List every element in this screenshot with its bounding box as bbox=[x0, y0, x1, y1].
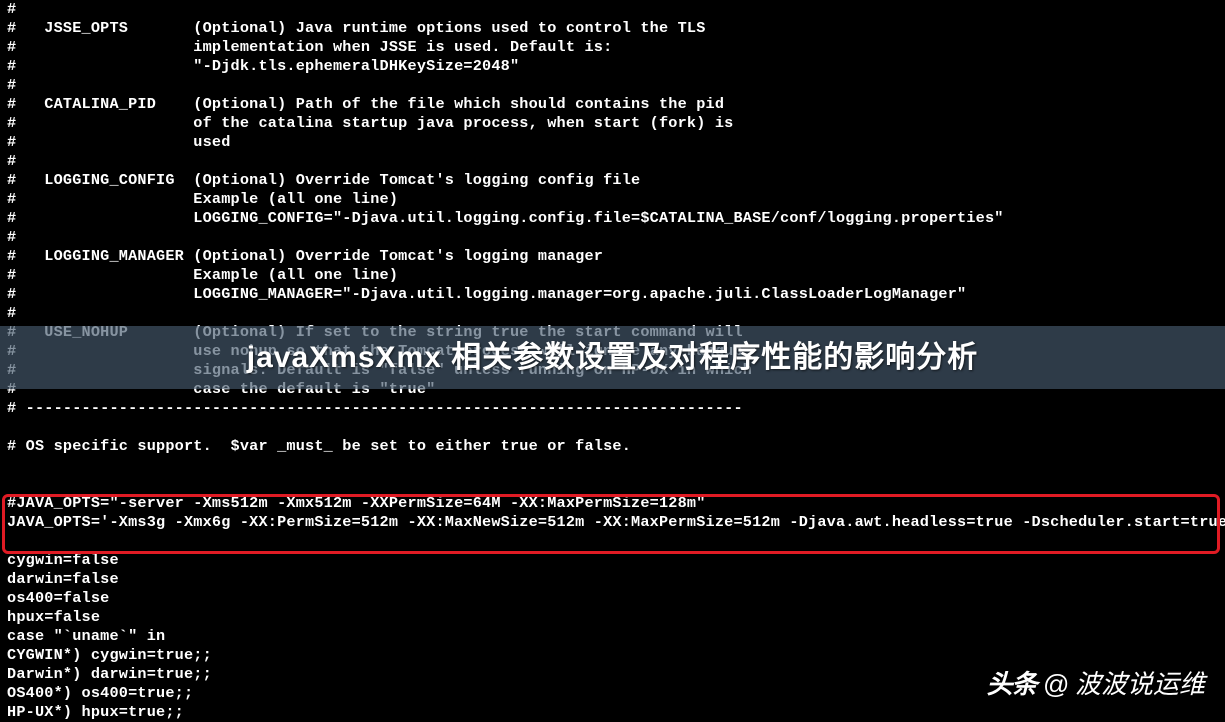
watermark: 头条 @ 波波说运维 bbox=[987, 675, 1205, 694]
code-line: # LOGGING_MANAGER (Optional) Override To… bbox=[7, 247, 1218, 266]
code-line bbox=[7, 456, 1218, 475]
code-line: # implementation when JSSE is used. Defa… bbox=[7, 38, 1218, 57]
code-line: # bbox=[7, 152, 1218, 171]
code-line: # CATALINA_PID (Optional) Path of the fi… bbox=[7, 95, 1218, 114]
code-line: os400=false bbox=[7, 589, 1218, 608]
code-line: # Example (all one line) bbox=[7, 266, 1218, 285]
code-line bbox=[7, 532, 1218, 551]
code-line: darwin=false bbox=[7, 570, 1218, 589]
code-line bbox=[7, 418, 1218, 437]
code-line: # used bbox=[7, 133, 1218, 152]
watermark-at: @ bbox=[1043, 675, 1069, 694]
code-line: case "`uname`" in bbox=[7, 627, 1218, 646]
code-line: # OS specific support. $var _must_ be se… bbox=[7, 437, 1218, 456]
code-line: # bbox=[7, 304, 1218, 323]
code-line: hpux=false bbox=[7, 608, 1218, 627]
title-overlay: javaXmsXmx 相关参数设置及对程序性能的影响分析 bbox=[0, 326, 1225, 389]
code-line: # bbox=[7, 76, 1218, 95]
watermark-brand: 头条 bbox=[987, 675, 1037, 694]
code-line: # LOGGING_CONFIG (Optional) Override Tom… bbox=[7, 171, 1218, 190]
code-line: # bbox=[7, 228, 1218, 247]
code-line: CYGWIN*) cygwin=true;; bbox=[7, 646, 1218, 665]
code-line: # --------------------------------------… bbox=[7, 399, 1218, 418]
code-line: # LOGGING_CONFIG="-Djava.util.logging.co… bbox=[7, 209, 1218, 228]
code-line: # of the catalina startup java process, … bbox=[7, 114, 1218, 133]
overlay-title-text: javaXmsXmx 相关参数设置及对程序性能的影响分析 bbox=[247, 348, 978, 367]
code-line bbox=[7, 475, 1218, 494]
code-line: # Example (all one line) bbox=[7, 190, 1218, 209]
code-line: JAVA_OPTS='-Xms3g -Xmx6g -XX:PermSize=51… bbox=[7, 513, 1218, 532]
code-line: cygwin=false bbox=[7, 551, 1218, 570]
code-line: #JAVA_OPTS="-server -Xms512m -Xmx512m -X… bbox=[7, 494, 1218, 513]
code-line: # JSSE_OPTS (Optional) Java runtime opti… bbox=[7, 19, 1218, 38]
code-line: # bbox=[7, 0, 1218, 19]
code-line: # "-Djdk.tls.ephemeralDHKeySize=2048" bbox=[7, 57, 1218, 76]
code-line: # LOGGING_MANAGER="-Djava.util.logging.m… bbox=[7, 285, 1218, 304]
code-line: HP-UX*) hpux=true;; bbox=[7, 703, 1218, 722]
watermark-author: 波波说运维 bbox=[1075, 675, 1205, 694]
